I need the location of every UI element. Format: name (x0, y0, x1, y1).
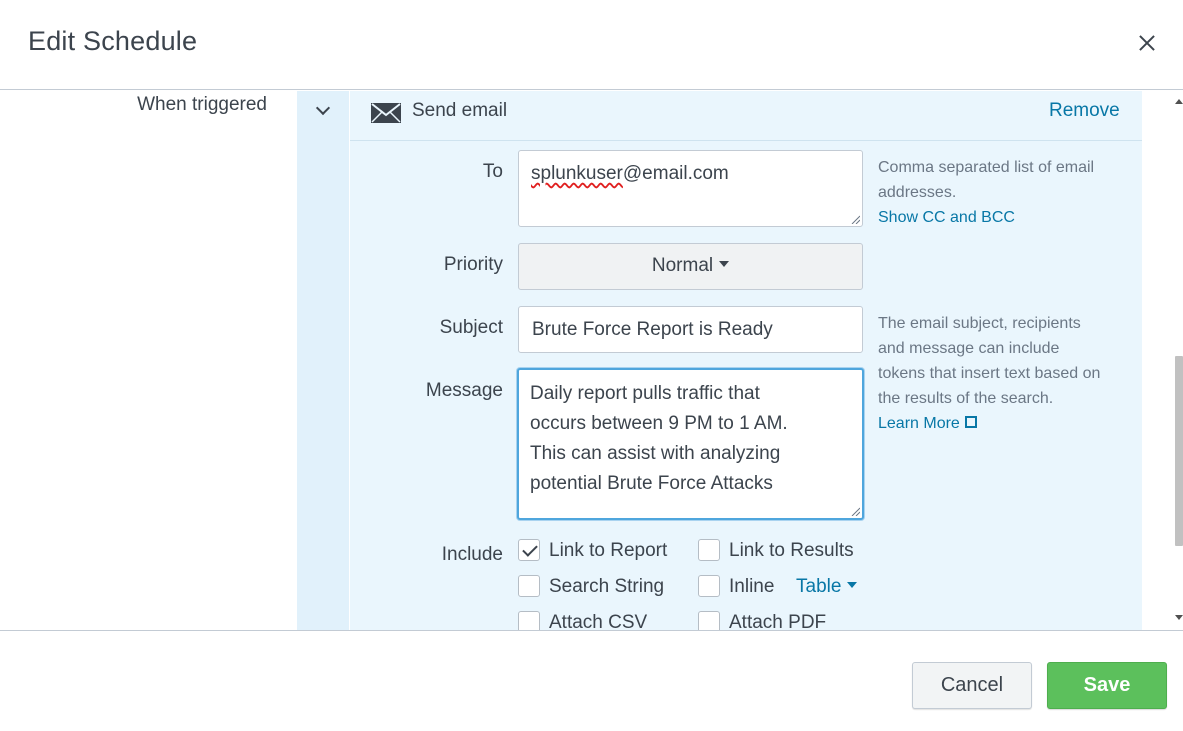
inline-label[interactable]: Inline (729, 576, 774, 598)
dialog-body: When triggered Send email Remove To splu… (0, 91, 1183, 630)
subject-help-line1: The email subject, recipients (878, 315, 1081, 332)
cancel-button[interactable]: Cancel (912, 662, 1032, 709)
subject-label: Subject (439, 317, 503, 338)
to-help-line2: addresses. (878, 184, 957, 201)
envelope-icon (371, 103, 401, 123)
learn-more-link[interactable]: Learn More (878, 415, 977, 432)
resize-handle-icon[interactable] (850, 506, 860, 516)
priority-label: Priority (443, 254, 503, 275)
when-triggered-label: When triggered (137, 94, 267, 115)
inline-format-value: Table (796, 576, 842, 597)
to-field[interactable]: splunkuser@email.com (518, 150, 863, 227)
scroll-down-arrow-icon[interactable] (1175, 615, 1183, 620)
subject-help-line3: tokens that insert text based on (878, 365, 1101, 382)
attach-csv-label[interactable]: Attach CSV (549, 612, 647, 630)
save-button[interactable]: Save (1047, 662, 1167, 709)
show-cc-bcc-link[interactable]: Show CC and BCC (878, 209, 1015, 226)
scrollbar[interactable] (1173, 91, 1183, 630)
message-line4: potential Brute Force Attacks (530, 473, 773, 494)
scroll-thumb[interactable] (1175, 356, 1183, 546)
priority-value: Normal (651, 255, 714, 276)
dialog-footer: Cancel Save (0, 630, 1183, 731)
attach-pdf-checkbox[interactable] (698, 611, 720, 630)
link-to-report-label[interactable]: Link to Report (549, 540, 667, 562)
priority-dropdown[interactable]: Normal (518, 243, 863, 290)
to-value-user: splunkuser (531, 163, 623, 184)
message-line3: This can assist with analyzing (530, 443, 781, 464)
to-label: To (482, 161, 503, 182)
resize-handle-icon[interactable] (850, 214, 860, 224)
remove-action-link[interactable]: Remove (1049, 100, 1120, 122)
message-field[interactable]: Daily report pulls traffic that occurs b… (517, 368, 864, 520)
to-help-line1: Comma separated list of email (878, 159, 1095, 176)
inline-checkbox[interactable] (698, 575, 720, 597)
include-label: Include (441, 544, 503, 565)
close-icon[interactable] (1134, 30, 1160, 56)
subject-help-line2: and message can include (878, 340, 1060, 357)
to-help: Comma separated list of email addresses.… (878, 155, 1094, 230)
link-to-report-checkbox[interactable] (518, 539, 540, 561)
learn-more-label: Learn More (878, 415, 960, 432)
subject-field[interactable]: Brute Force Report is Ready (518, 306, 863, 353)
link-to-results-label[interactable]: Link to Results (729, 540, 854, 562)
caret-down-icon (719, 261, 730, 268)
subject-value: Brute Force Report is Ready (532, 319, 773, 340)
external-link-icon (964, 416, 977, 429)
caret-down-icon (847, 582, 858, 589)
search-string-checkbox[interactable] (518, 575, 540, 597)
dialog-title: Edit Schedule (28, 26, 198, 56)
message-line1: Daily report pulls traffic that (530, 383, 760, 404)
link-to-results-checkbox[interactable] (698, 539, 720, 561)
subject-help-line4: the results of the search. (878, 390, 1054, 407)
scroll-up-arrow-icon[interactable] (1175, 99, 1183, 104)
message-label: Message (425, 380, 503, 401)
attach-csv-checkbox[interactable] (518, 611, 540, 630)
subject-help: The email subject, recipients and messag… (878, 311, 1100, 436)
search-string-label[interactable]: Search String (549, 576, 664, 598)
attach-pdf-label[interactable]: Attach PDF (729, 612, 826, 630)
to-value-domain: @email.com (622, 163, 729, 184)
message-line2: occurs between 9 PM to 1 AM. (530, 413, 788, 434)
dialog-header: Edit Schedule (0, 0, 1183, 90)
inline-format-dropdown[interactable]: Table (796, 576, 858, 598)
action-title: Send email (412, 100, 508, 121)
